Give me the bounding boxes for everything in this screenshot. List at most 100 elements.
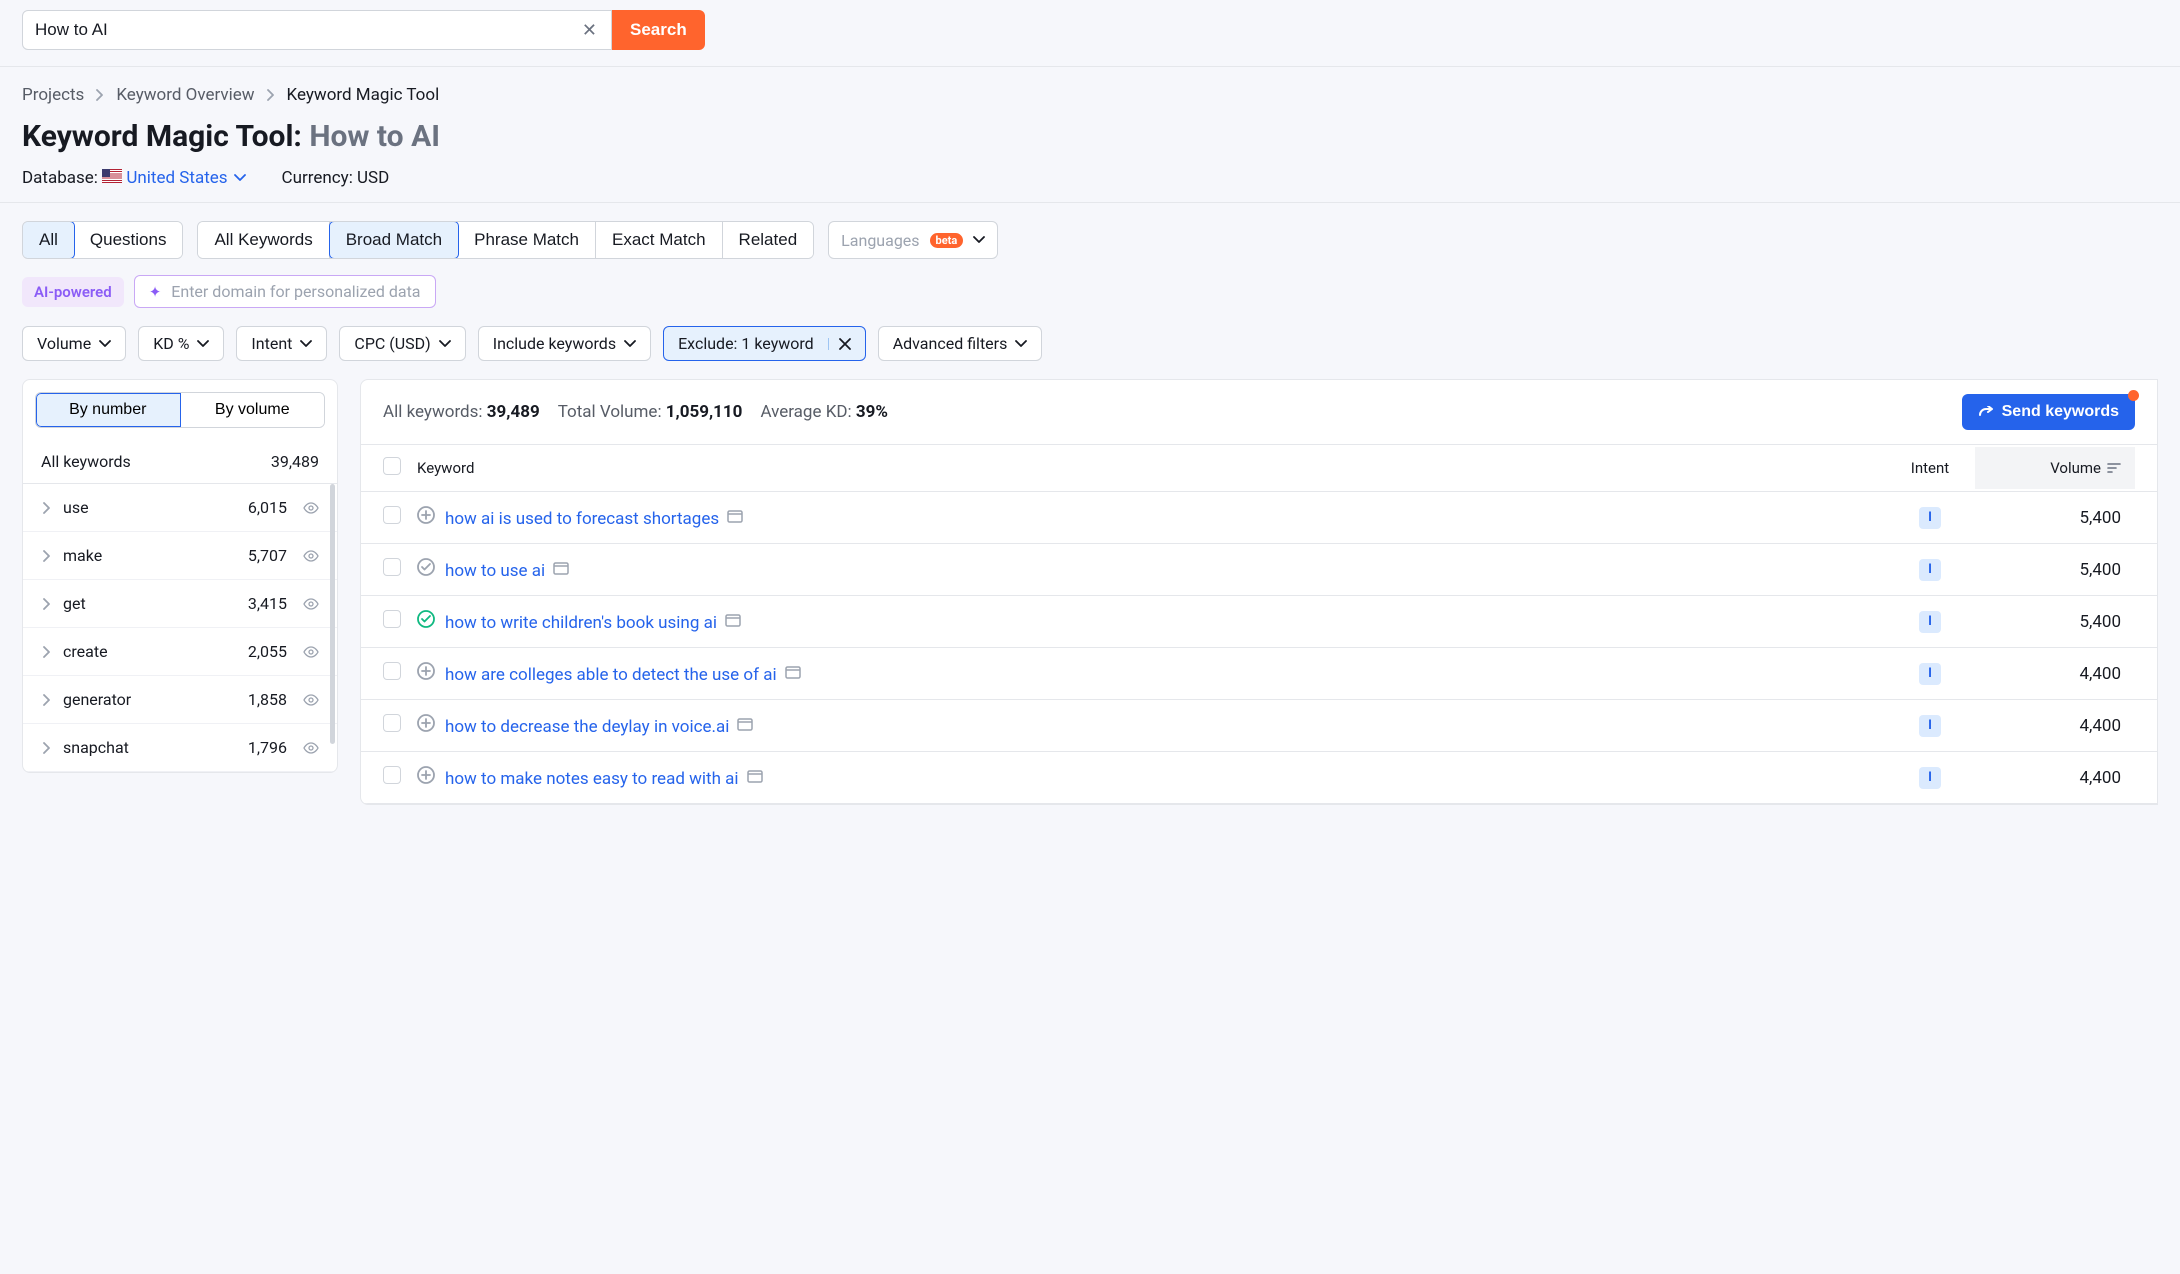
seg-by-number[interactable]: By number <box>36 393 181 427</box>
seg-by-volume[interactable]: By volume <box>181 393 325 427</box>
eye-icon[interactable] <box>303 598 319 610</box>
chevron-down-icon <box>234 174 246 182</box>
expand-icon[interactable] <box>417 506 435 524</box>
keyword-link[interactable]: how ai is used to forecast shortages <box>445 509 719 529</box>
serp-icon[interactable] <box>725 613 741 628</box>
row-checkbox[interactable] <box>383 714 401 732</box>
chevron-down-icon <box>439 340 451 348</box>
col-keyword: Keyword <box>417 459 1885 477</box>
seg-all-keywords[interactable]: All Keywords <box>198 222 329 258</box>
serp-icon[interactable] <box>747 769 763 784</box>
seg-exact-match[interactable]: Exact Match <box>596 222 723 258</box>
serp-icon[interactable] <box>727 509 743 524</box>
flag-icon <box>102 169 122 183</box>
row-checkbox[interactable] <box>383 506 401 524</box>
chevron-right-icon <box>43 694 51 706</box>
clear-icon[interactable]: ✕ <box>578 20 601 41</box>
table-row: how to use aiI5,400 <box>361 544 2157 596</box>
breadcrumb: Projects Keyword Overview Keyword Magic … <box>22 85 2158 105</box>
col-volume[interactable]: Volume <box>1975 447 2135 489</box>
sidebar-item-create[interactable]: create2,055 <box>23 628 337 676</box>
sparkle-icon: ✦ <box>149 283 162 301</box>
sidebar-item-make[interactable]: make5,707 <box>23 532 337 580</box>
sidebar-item-generator[interactable]: generator1,858 <box>23 676 337 724</box>
chevron-right-icon <box>43 742 51 754</box>
expand-icon[interactable] <box>417 558 435 576</box>
seg-phrase-match[interactable]: Phrase Match <box>458 222 596 258</box>
send-keywords-button[interactable]: Send keywords <box>1962 394 2135 430</box>
filter-cpc-usd-[interactable]: CPC (USD) <box>339 326 465 361</box>
filter-advanced-filters[interactable]: Advanced filters <box>878 326 1043 361</box>
ai-domain-input[interactable]: ✦ Enter domain for personalized data <box>134 275 436 308</box>
beta-badge: beta <box>930 233 964 248</box>
intent-badge: I <box>1919 611 1941 633</box>
search-box: ✕ <box>22 10 612 50</box>
stats-bar: All keywords: 39,489 Total Volume: 1,059… <box>383 402 888 422</box>
expand-icon[interactable] <box>417 714 435 732</box>
filter-kd-[interactable]: KD % <box>138 326 224 361</box>
chevron-right-icon <box>43 502 51 514</box>
row-checkbox[interactable] <box>383 662 401 680</box>
keyword-link[interactable]: how to use ai <box>445 561 545 581</box>
keyword-link[interactable]: how to decrease the deylay in voice.ai <box>445 717 729 737</box>
expand-icon[interactable] <box>417 766 435 784</box>
seg-questions[interactable]: Questions <box>74 222 183 258</box>
expand-icon[interactable] <box>417 610 435 628</box>
select-all-checkbox[interactable] <box>383 457 401 475</box>
sidebar-item-use[interactable]: use6,015 <box>23 484 337 532</box>
row-checkbox[interactable] <box>383 558 401 576</box>
keyword-link[interactable]: how are colleges able to detect the use … <box>445 665 777 685</box>
eye-icon[interactable] <box>303 550 319 562</box>
chevron-down-icon <box>1015 340 1027 348</box>
chevron-down-icon <box>300 340 312 348</box>
serp-icon[interactable] <box>737 717 753 732</box>
sidebar-item-get[interactable]: get3,415 <box>23 580 337 628</box>
scrollbar[interactable] <box>330 484 335 744</box>
close-icon[interactable] <box>828 338 851 350</box>
keyword-groups-sidebar: By number By volume All keywords 39,489 … <box>22 379 338 773</box>
expand-icon[interactable] <box>417 662 435 680</box>
seg-related[interactable]: Related <box>723 222 814 258</box>
eye-icon[interactable] <box>303 646 319 658</box>
notification-dot <box>2128 390 2139 401</box>
keyword-link[interactable]: how to make notes easy to read with ai <box>445 769 739 789</box>
row-checkbox[interactable] <box>383 766 401 784</box>
row-checkbox[interactable] <box>383 610 401 628</box>
chevron-right-icon <box>96 89 104 101</box>
volume-value: 4,400 <box>1975 716 2135 736</box>
serp-icon[interactable] <box>553 561 569 576</box>
intent-badge: I <box>1919 767 1941 789</box>
languages-dropdown[interactable]: Languages beta <box>828 221 998 259</box>
breadcrumb-item[interactable]: Projects <box>22 85 84 105</box>
sidebar-item-snapchat[interactable]: snapchat1,796 <box>23 724 337 772</box>
database-selector[interactable]: Database: United States <box>22 168 246 188</box>
sort-icon <box>2107 463 2121 473</box>
filter-volume[interactable]: Volume <box>22 326 126 361</box>
serp-icon[interactable] <box>785 665 801 680</box>
eye-icon[interactable] <box>303 502 319 514</box>
eye-icon[interactable] <box>303 694 319 706</box>
search-button[interactable]: Search <box>612 10 705 50</box>
eye-icon[interactable] <box>303 742 319 754</box>
filter-intent[interactable]: Intent <box>236 326 327 361</box>
volume-value: 5,400 <box>1975 508 2135 528</box>
sidebar-list: use6,015make5,707get3,415create2,055gene… <box>23 484 337 772</box>
intent-badge: I <box>1919 507 1941 529</box>
intent-badge: I <box>1919 559 1941 581</box>
seg-all[interactable]: All <box>22 221 75 259</box>
intent-badge: I <box>1919 715 1941 737</box>
chevron-down-icon <box>973 236 985 244</box>
segment-question-type: All Questions <box>22 221 183 259</box>
page-title: Keyword Magic Tool: How to AI <box>22 119 2158 154</box>
seg-broad-match[interactable]: Broad Match <box>329 221 459 259</box>
table-row: how to decrease the deylay in voice.ai I 4… <box>361 700 2157 752</box>
keyword-link[interactable]: how to write children's book using ai <box>445 613 717 633</box>
chevron-right-icon <box>43 550 51 562</box>
search-bar: ✕ Search <box>0 0 2180 60</box>
share-icon <box>1978 406 1994 418</box>
filter-include-keywords[interactable]: Include keywords <box>478 326 651 361</box>
search-input[interactable] <box>35 20 578 40</box>
sidebar-all-keywords[interactable]: All keywords 39,489 <box>23 440 337 484</box>
breadcrumb-item[interactable]: Keyword Overview <box>116 85 254 105</box>
filter-exclude-keyword[interactable]: Exclude: 1 keyword <box>663 326 866 361</box>
